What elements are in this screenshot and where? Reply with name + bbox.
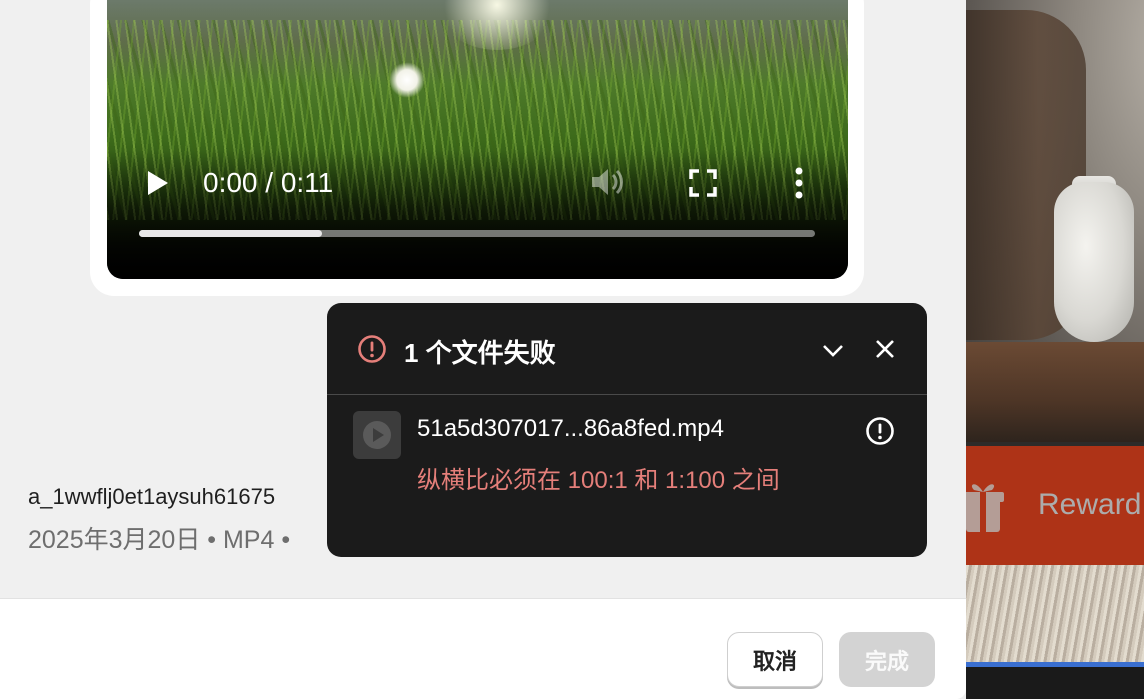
close-icon[interactable] (873, 337, 897, 361)
chevron-down-icon[interactable] (820, 337, 846, 363)
toast-title: 1 个文件失败 (404, 338, 556, 368)
modal-footer: 取消 完成 (0, 598, 966, 699)
alert-circle-icon[interactable] (865, 416, 895, 446)
seek-bar-progress (139, 230, 322, 237)
play-circle-icon (363, 421, 391, 449)
reward-button[interactable]: Reward (966, 446, 1144, 566)
more-vertical-icon[interactable] (791, 166, 807, 200)
cancel-button[interactable]: 取消 (727, 632, 823, 687)
toast-header: 1 个文件失败 (327, 303, 927, 395)
video-time: 0:00 / 0:11 (203, 167, 334, 198)
background-page: Reward (966, 0, 1144, 699)
upload-error-toast: 1 个文件失败 51a5d307017...86a8fed.mp4 纵横比必须在… (327, 303, 927, 557)
seek-bar[interactable] (139, 230, 815, 237)
background-vase (1054, 182, 1134, 342)
failed-file-error: 纵横比必须在 100:1 和 1:100 之间 (417, 467, 780, 494)
alert-circle-icon (358, 335, 386, 363)
done-button: 完成 (839, 632, 935, 687)
volume-muted-icon (592, 169, 623, 195)
failed-file-name: 51a5d307017...86a8fed.mp4 (417, 415, 724, 442)
file-thumbnail (353, 411, 401, 459)
fullscreen-icon[interactable] (689, 169, 717, 197)
file-meta: 2025年3月20日 • MP4 • (28, 526, 291, 554)
video-player[interactable]: 0:00 / 0:11 (107, 0, 848, 279)
file-name: a_1wwflj0et1aysuh61675 (28, 484, 276, 509)
background-rug (966, 565, 1144, 665)
background-shelf (966, 342, 1144, 442)
play-icon[interactable] (145, 168, 171, 198)
